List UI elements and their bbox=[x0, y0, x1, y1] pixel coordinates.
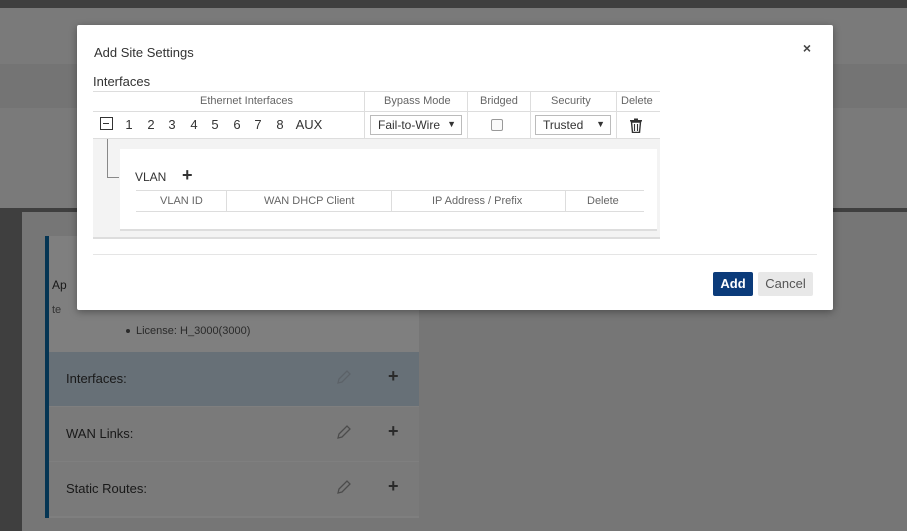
table-row: 1 2 3 4 5 6 7 8 AUX Fail-to-Wire ▼ Trust… bbox=[93, 112, 660, 139]
port-6[interactable]: 6 bbox=[227, 116, 247, 134]
port-5[interactable]: 5 bbox=[205, 116, 225, 134]
chevron-down-icon: ▼ bbox=[596, 119, 605, 129]
close-icon[interactable]: × bbox=[803, 40, 811, 56]
cancel-button[interactable]: Cancel bbox=[758, 272, 813, 296]
dialog-divider bbox=[93, 254, 817, 255]
chevron-down-icon: ▼ bbox=[447, 119, 456, 129]
port-4[interactable]: 4 bbox=[184, 116, 204, 134]
dialog-title: Add Site Settings bbox=[94, 45, 194, 60]
col-bypass-mode: Bypass Mode bbox=[384, 95, 451, 107]
col-vlan-delete: Delete bbox=[587, 195, 619, 207]
security-value: Trusted bbox=[543, 118, 584, 132]
vlan-table-header: VLAN ID WAN DHCP Client IP Address / Pre… bbox=[136, 190, 644, 212]
col-vlan-id: VLAN ID bbox=[160, 195, 203, 207]
vlan-label: VLAN bbox=[135, 170, 167, 184]
tree-connector bbox=[107, 139, 108, 177]
add-vlan-button[interactable]: + bbox=[182, 165, 193, 186]
interfaces-section-label: Interfaces bbox=[93, 74, 151, 89]
interfaces-table: Ethernet Interfaces Bypass Mode Bridged … bbox=[93, 91, 660, 239]
col-security: Security bbox=[551, 95, 591, 107]
security-select[interactable]: Trusted ▼ bbox=[535, 115, 611, 135]
port-1[interactable]: 1 bbox=[119, 116, 139, 134]
port-8[interactable]: 8 bbox=[270, 116, 290, 134]
trash-icon[interactable] bbox=[629, 118, 643, 133]
bypass-mode-select[interactable]: Fail-to-Wire ▼ bbox=[370, 115, 462, 135]
col-ip-prefix: IP Address / Prefix bbox=[432, 195, 523, 207]
add-site-settings-dialog: Add Site Settings × Interfaces Ethernet … bbox=[77, 25, 833, 310]
col-delete: Delete bbox=[621, 95, 653, 107]
col-ethernet-interfaces: Ethernet Interfaces bbox=[200, 95, 293, 107]
tree-connector bbox=[107, 177, 119, 178]
port-aux[interactable]: AUX bbox=[293, 116, 325, 134]
bypass-mode-value: Fail-to-Wire bbox=[378, 118, 440, 132]
collapse-toggle-icon[interactable] bbox=[100, 117, 113, 130]
vlan-panel: VLAN + VLAN ID WAN DHCP Client IP Addres… bbox=[120, 149, 657, 231]
port-2[interactable]: 2 bbox=[141, 116, 161, 134]
add-button[interactable]: Add bbox=[713, 272, 753, 296]
port-3[interactable]: 3 bbox=[162, 116, 182, 134]
interfaces-table-header: Ethernet Interfaces Bypass Mode Bridged … bbox=[93, 91, 660, 112]
col-bridged: Bridged bbox=[480, 95, 518, 107]
bridged-checkbox[interactable] bbox=[491, 119, 503, 131]
col-wan-dhcp-client: WAN DHCP Client bbox=[264, 195, 355, 207]
port-7[interactable]: 7 bbox=[248, 116, 268, 134]
